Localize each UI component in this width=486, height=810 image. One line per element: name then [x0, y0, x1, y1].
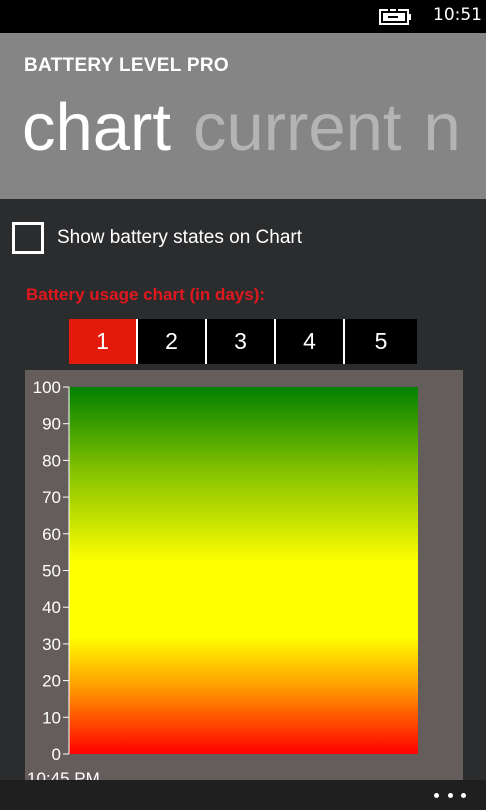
- dot: [434, 792, 439, 798]
- y-tick-label: 0: [52, 745, 61, 764]
- clock: 10:51: [433, 5, 482, 25]
- app-title: BATTERY LEVEL PRO: [24, 55, 229, 76]
- pivot-chart[interactable]: chart: [22, 88, 171, 168]
- app-bar: [0, 780, 486, 810]
- dot: [447, 792, 453, 798]
- y-tick-label: 70: [42, 488, 61, 507]
- battery-level-area: [69, 387, 418, 754]
- y-tick-label: 90: [42, 415, 61, 434]
- day-selector: 1 2 3 4 5: [69, 319, 417, 364]
- day-tab-2[interactable]: 2: [138, 319, 207, 364]
- day-tab-5[interactable]: 5: [345, 319, 417, 364]
- day-tab-4[interactable]: 4: [276, 319, 345, 364]
- y-tick-label: 100: [33, 378, 61, 397]
- dot: [461, 792, 466, 798]
- status-bar: 10:51: [0, 0, 486, 33]
- chart-canvas: 100908070605040302010010:45 PM: [27, 378, 418, 788]
- show-states-checkbox-row[interactable]: Show battery states on Chart: [12, 221, 302, 255]
- show-states-checkbox[interactable]: [12, 222, 44, 254]
- app-header: BATTERY LEVEL PRO chart current n: [0, 33, 486, 199]
- ellipsis-icon[interactable]: [434, 790, 466, 800]
- pivot-headers: chart current n: [22, 88, 483, 168]
- day-tab-1[interactable]: 1: [69, 319, 138, 364]
- y-tick-label: 20: [42, 672, 61, 691]
- pivot-current[interactable]: current: [193, 88, 402, 168]
- y-tick-label: 50: [42, 562, 61, 581]
- y-tick-label: 60: [42, 525, 61, 544]
- y-tick-label: 40: [42, 598, 61, 617]
- y-tick-label: 10: [42, 708, 61, 727]
- show-states-label: Show battery states on Chart: [57, 227, 303, 248]
- pivot-next[interactable]: n: [423, 88, 460, 168]
- y-tick-label: 30: [42, 635, 61, 654]
- y-tick-label: 80: [42, 451, 61, 470]
- battery-charging-icon: [379, 9, 411, 25]
- chart-title: Battery usage chart (in days):: [26, 285, 266, 304]
- day-tab-3[interactable]: 3: [207, 319, 276, 364]
- battery-chart: 100 90 80 70 60 50 40 30 20 10 0 10:45 PM: [25, 370, 463, 790]
